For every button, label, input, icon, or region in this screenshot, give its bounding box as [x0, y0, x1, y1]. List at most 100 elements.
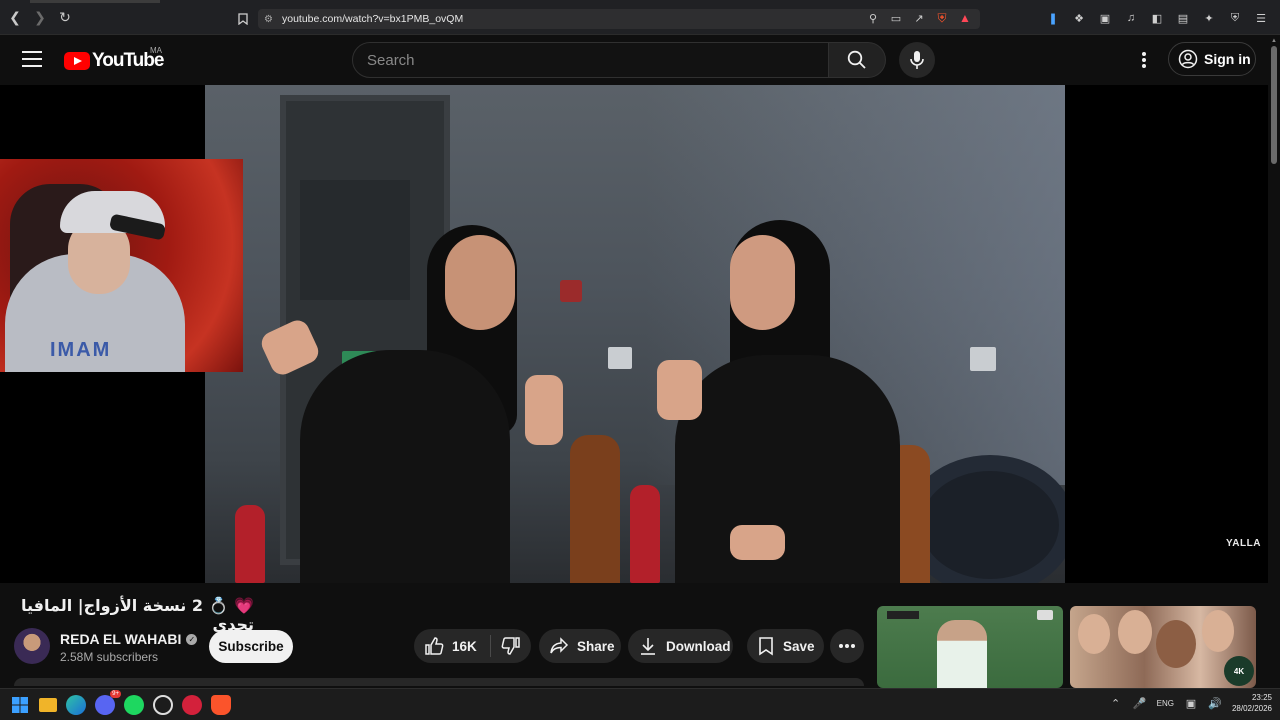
clock-time: 23:25: [1251, 693, 1272, 702]
save-button[interactable]: Save: [747, 629, 824, 663]
search-button[interactable]: [829, 42, 886, 78]
channel-name[interactable]: REDA EL WAHABI: [60, 631, 181, 647]
extensions-icon[interactable]: ❖: [1072, 11, 1086, 25]
chair: [570, 435, 620, 583]
microphone-icon: [910, 51, 924, 69]
account-icon: [1178, 49, 1198, 69]
network-icon[interactable]: ▣: [1184, 696, 1198, 710]
tray-overflow-icon[interactable]: ⌃: [1109, 696, 1123, 710]
wallet-app-icon[interactable]: ▤: [1176, 11, 1190, 25]
fire-extinguisher: [630, 485, 660, 583]
save-label: Save: [783, 638, 815, 654]
fire-extinguisher: [235, 505, 265, 583]
thumbs-up-icon: [425, 637, 444, 655]
volume-icon[interactable]: 🔊: [1208, 696, 1222, 710]
fire-alarm: [560, 280, 582, 302]
channel-avatar[interactable]: [14, 628, 50, 664]
cast-icon[interactable]: ▭: [889, 11, 903, 25]
address-bar-actions: ⚲ ▭ ↗ ⛨ ▲: [866, 11, 972, 26]
screenshot-icon[interactable]: ▣: [1098, 11, 1112, 25]
scrollbar-thumb[interactable]: [1271, 46, 1277, 164]
like-button[interactable]: 16K: [414, 636, 490, 656]
language-indicator[interactable]: ENG: [1157, 699, 1174, 708]
sign-in-label: Sign in: [1204, 51, 1251, 67]
youtube-logo[interactable]: YouTube MA: [64, 46, 164, 72]
reload-button[interactable]: ↻: [55, 7, 75, 27]
description-box[interactable]: [14, 678, 864, 686]
brave-shields-icon[interactable]: ⛨: [935, 11, 949, 25]
video-frame[interactable]: [205, 85, 1065, 583]
page-scrollbar[interactable]: ▲: [1268, 36, 1280, 686]
zoom-icon[interactable]: ⚲: [866, 11, 880, 25]
youtube-header: YouTube MA Sign in: [0, 36, 1268, 84]
tab-strip: [30, 0, 160, 3]
media-icon[interactable]: ♫: [1124, 11, 1138, 25]
recommended-video-thumbnail[interactable]: [877, 606, 1063, 688]
back-button[interactable]: ❮: [5, 7, 25, 27]
wallet-icon[interactable]: ❚: [1046, 11, 1060, 25]
video-watermark: YALLA: [1226, 538, 1261, 549]
share-page-icon[interactable]: ↗: [912, 11, 926, 25]
scoreboard: [887, 611, 919, 619]
verified-icon: ✓: [186, 633, 198, 645]
search-icon: [847, 50, 866, 69]
save-icon: [759, 637, 773, 656]
steam-icon[interactable]: [153, 695, 173, 715]
menu-icon[interactable]: ☰: [1254, 11, 1268, 25]
like-count: 16K: [452, 638, 477, 654]
microphone-tray-icon[interactable]: 🎤: [1133, 696, 1147, 710]
brave-browser-icon[interactable]: [211, 695, 231, 715]
forward-button[interactable]: ❯: [30, 7, 50, 27]
like-dislike-group: 16K: [414, 629, 531, 663]
channel-name-row[interactable]: REDA EL WAHABI ✓: [60, 631, 198, 647]
subscriber-count: 2.58M subscribers: [60, 650, 159, 664]
thumbs-down-icon: [501, 637, 520, 655]
discord-icon[interactable]: 9+: [95, 690, 121, 715]
dislike-button[interactable]: [491, 636, 531, 656]
windows-taskbar: 9+ ⌃ 🎤 ENG ▣ 🔊 23:25 28/02/2026: [0, 688, 1280, 720]
guide-menu-icon[interactable]: [22, 51, 42, 67]
file-explorer-icon[interactable]: [39, 698, 57, 712]
broadcaster-logo: [1037, 610, 1053, 620]
person-right-face: [730, 235, 795, 330]
windows-start-icon[interactable]: [10, 695, 30, 715]
vpn-icon[interactable]: ⛨: [1228, 11, 1242, 25]
subscribe-button[interactable]: Subscribe: [209, 630, 293, 663]
download-button[interactable]: Download: [628, 629, 733, 663]
sidebar-icon[interactable]: ◧: [1150, 11, 1164, 25]
settings-menu-icon[interactable]: [1136, 50, 1152, 70]
bookmark-icon[interactable]: [236, 12, 250, 26]
clock[interactable]: 23:25 28/02/2026: [1232, 692, 1272, 714]
share-button[interactable]: Share: [539, 629, 621, 663]
clock-date: 28/02/2026: [1231, 704, 1272, 713]
system-tray: ⌃ 🎤 ENG ▣ 🔊 23:25 28/02/2026: [1109, 692, 1272, 714]
discord-badge: 9+: [110, 690, 121, 698]
person-left: [300, 350, 510, 583]
brave-rewards-icon[interactable]: ▲: [958, 11, 972, 25]
streaming-app-icon[interactable]: [182, 695, 202, 715]
search-field[interactable]: [352, 42, 829, 78]
leo-ai-icon[interactable]: ✦: [1202, 11, 1216, 25]
streamer-webcam: IMAM: [0, 159, 243, 372]
download-icon: [641, 638, 655, 655]
video-title: 💗 💍 2 نسخة الأزواج| المافيا تحدي: [20, 596, 254, 634]
scroll-up-icon[interactable]: ▲: [1271, 38, 1277, 44]
download-label: Download: [666, 638, 731, 654]
country-code: MA: [150, 46, 162, 55]
browser-extensions: ❚ ❖ ▣ ♫ ◧ ▤ ✦ ⛨ ☰: [1046, 11, 1268, 25]
taskbar-apps: 9+: [10, 690, 231, 715]
edge-browser-icon[interactable]: [66, 695, 86, 715]
sign-in-button[interactable]: Sign in: [1168, 42, 1256, 76]
voice-search-button[interactable]: [899, 42, 935, 78]
recommended-video-thumbnail[interactable]: 4K: [1070, 606, 1256, 688]
site-info-icon[interactable]: ⚙: [264, 14, 282, 25]
youtube-play-icon: [64, 52, 90, 70]
address-bar[interactable]: ⚙ youtube.com/watch?v=bx1PMB_ovQM ⚲ ▭ ↗ …: [258, 9, 980, 29]
more-actions-button[interactable]: [830, 629, 864, 663]
hoodie-text: IMAM: [50, 339, 112, 361]
more-icon: [839, 644, 855, 648]
search-input[interactable]: [367, 51, 828, 69]
spotify-icon[interactable]: [124, 695, 144, 715]
person-left-face: [445, 235, 515, 330]
football-player: [937, 620, 987, 688]
